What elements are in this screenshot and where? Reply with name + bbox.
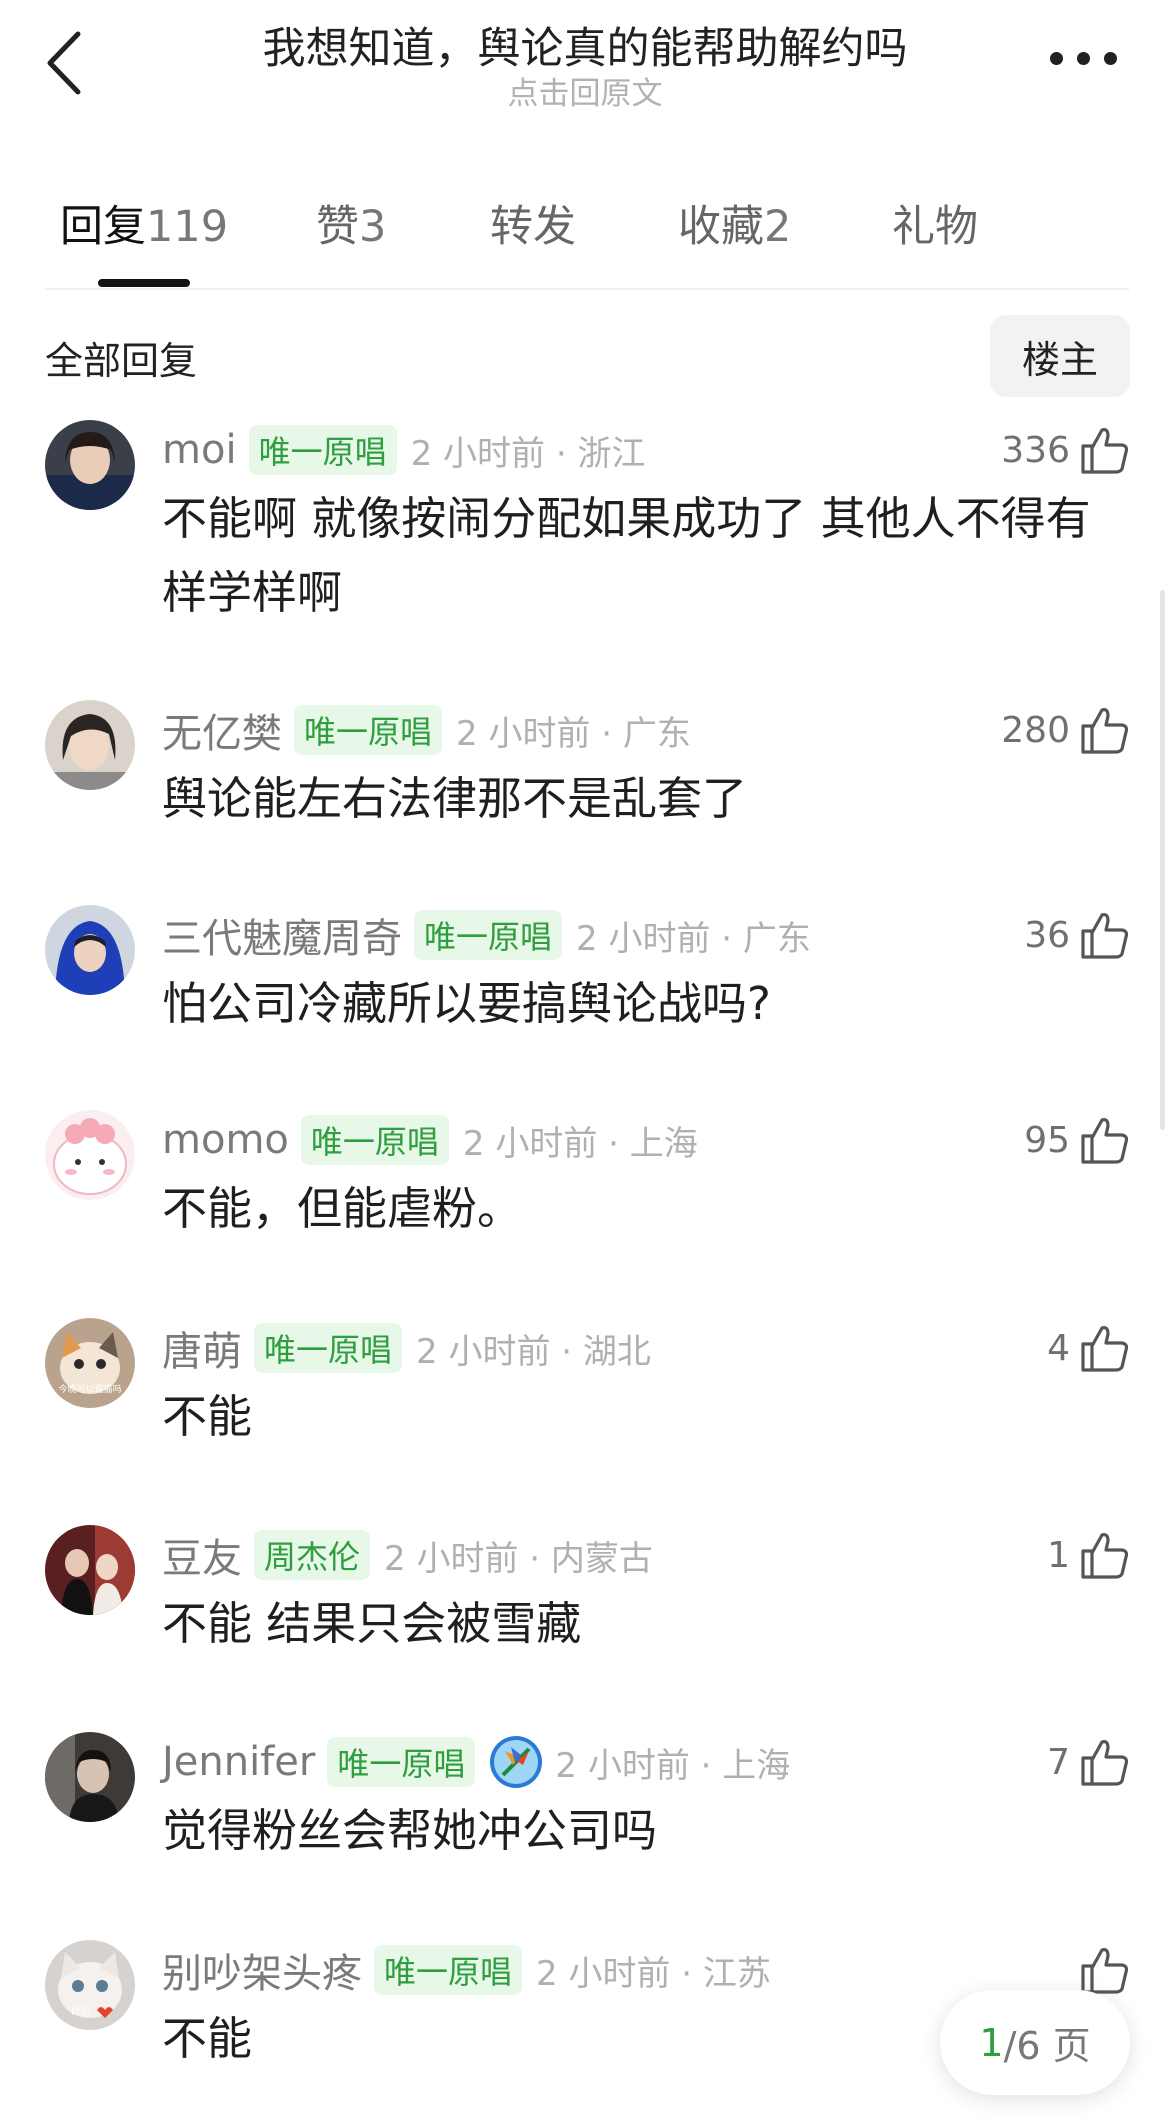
fan-badge: 唯一原唱 — [300, 1115, 449, 1165]
timestamp-location: 2 小时前 · 浙江 — [410, 433, 646, 474]
owner-only-button[interactable]: 楼主 — [990, 315, 1130, 397]
comment-text: 舆论能左右法律那不是乱套了 — [162, 772, 748, 825]
like-button[interactable]: 95 — [1024, 1110, 1130, 1170]
scrollbar[interactable] — [1160, 590, 1165, 1130]
back-to-original-link[interactable]: 点击回原文 — [0, 68, 1170, 113]
avatar-caption: 比心 — [71, 2005, 91, 2017]
tab-replies[interactable]: 回复119 — [60, 192, 228, 254]
all-replies-heading: 全部回复 — [45, 339, 198, 383]
tab-reposts[interactable]: 转发 — [490, 192, 576, 254]
like-count: 4 — [1047, 1327, 1070, 1369]
avatar-caption: 今晚可以遛猫吗 — [58, 1383, 121, 1395]
tab-likes-label: 赞 — [316, 202, 359, 252]
fan-badge: 唯一原唱 — [294, 705, 443, 755]
timestamp-location: 2 小时前 · 内蒙古 — [384, 1538, 653, 1579]
active-tab-indicator — [98, 279, 190, 287]
comment-meta: 豆友 周杰伦 2 小时前 · 内蒙古 — [162, 1526, 653, 1584]
total-pages: /6 页 — [1003, 2024, 1091, 2068]
current-page: 1 — [979, 2020, 1004, 2065]
timestamp-location: 2 小时前 · 上海 — [555, 1745, 791, 1786]
avatar[interactable] — [45, 1732, 135, 1822]
comment-meta: 唐萌 唯一原唱 2 小时前 · 湖北 — [162, 1319, 651, 1377]
thumbs-up-icon — [1081, 1533, 1129, 1579]
avatar[interactable]: 今晚可以遛猫吗 — [45, 1318, 135, 1408]
username[interactable]: 豆友 — [162, 1526, 242, 1584]
username[interactable]: moi — [162, 427, 237, 473]
comment-meta: 无亿樊 唯一原唱 2 小时前 · 广东 — [162, 701, 691, 759]
avatar[interactable]: 比心 — [45, 1940, 135, 2030]
like-count: 36 — [1024, 914, 1070, 956]
like-count: 280 — [1001, 709, 1070, 751]
thumbs-up-icon — [1081, 913, 1129, 959]
fan-badge: 周杰伦 — [254, 1530, 371, 1580]
page-title: 我想知道，舆论真的能帮助解约吗 — [262, 24, 908, 74]
like-button[interactable]: 336 — [1001, 420, 1130, 480]
like-button[interactable]: 36 — [1024, 905, 1130, 965]
thumbs-up-icon — [1081, 1326, 1129, 1372]
comment-text: 不能 结果只会被雪藏 — [162, 1597, 582, 1650]
like-count: 7 — [1047, 1741, 1070, 1783]
tab-gifts-label: 礼物 — [892, 202, 978, 252]
tab-favorites-label: 收藏 — [678, 202, 764, 252]
timestamp-location: 2 小时前 · 湖北 — [416, 1331, 651, 1372]
like-button[interactable]: 1 — [1047, 1525, 1130, 1585]
avatar[interactable] — [45, 905, 135, 995]
comment-text: 不能，但能虐粉。 — [162, 1182, 523, 1235]
fan-badge: 唯一原唱 — [414, 910, 563, 960]
tab-divider — [45, 288, 1129, 290]
timestamp-location: 2 小时前 · 江苏 — [536, 1953, 771, 1994]
comment-text: 不能 — [162, 1390, 253, 1443]
fan-badge: 唯一原唱 — [254, 1323, 403, 1373]
tab-favorites[interactable]: 收藏2 — [678, 192, 791, 254]
timestamp-location: 2 小时前 · 广东 — [576, 918, 811, 959]
comment-meta: moi 唯一原唱 2 小时前 · 浙江 — [162, 424, 645, 476]
comment-meta: 三代魅魔周奇 唯一原唱 2 小时前 · 广东 — [162, 906, 811, 964]
avatar[interactable] — [45, 700, 135, 790]
timestamp-location: 2 小时前 · 广东 — [456, 713, 691, 754]
tab-replies-label: 回复 — [60, 202, 146, 252]
avatar[interactable] — [45, 420, 135, 510]
more-options-icon[interactable] — [1050, 52, 1120, 68]
timestamp-location: 2 小时前 · 上海 — [462, 1123, 698, 1164]
comment-meta: momo 唯一原唱 2 小时前 · 上海 — [162, 1114, 698, 1166]
thumbs-up-icon — [1081, 708, 1129, 754]
username[interactable]: 唐萌 — [162, 1319, 242, 1377]
tab-favorites-count: 2 — [764, 202, 792, 252]
avatar[interactable] — [45, 1525, 135, 1615]
thumbs-up-icon — [1081, 1740, 1129, 1786]
fan-badge: 唯一原唱 — [374, 1945, 523, 1995]
like-button[interactable]: 7 — [1047, 1732, 1130, 1792]
like-count: 95 — [1024, 1119, 1070, 1161]
username[interactable]: momo — [162, 1117, 289, 1163]
like-count: 1 — [1047, 1534, 1070, 1576]
username[interactable]: Jennifer — [162, 1739, 315, 1785]
fan-badge: 唯一原唱 — [327, 1737, 476, 1787]
like-button[interactable]: 4 — [1047, 1318, 1130, 1378]
tab-reposts-label: 转发 — [490, 202, 576, 252]
tab-gifts[interactable]: 礼物 — [892, 192, 978, 254]
tab-bar: 回复119 赞3 转发 收藏2 礼物 — [0, 180, 1170, 290]
avatar[interactable] — [45, 1110, 135, 1200]
username[interactable]: 别吵架头疼 — [162, 1941, 362, 1999]
tab-likes[interactable]: 赞3 — [316, 192, 386, 254]
username[interactable]: 三代魅魔周奇 — [162, 906, 402, 964]
like-count: 336 — [1001, 429, 1070, 471]
fan-badge: 唯一原唱 — [248, 425, 397, 475]
comment-text: 不能啊 就像按闹分配如果成功了 其他人不得有样学样啊 — [162, 492, 1091, 619]
bird-of-paradise-badge-icon — [490, 1736, 543, 1788]
tab-replies-count: 119 — [146, 202, 229, 252]
like-button[interactable]: 280 — [1001, 700, 1130, 760]
tab-likes-count: 3 — [359, 202, 387, 252]
username[interactable]: 无亿樊 — [162, 701, 282, 759]
thumbs-up-icon — [1081, 428, 1129, 474]
comment-text: 怕公司冷藏所以要搞舆论战吗? — [162, 977, 771, 1030]
comment-meta: Jennifer 唯一原唱 2 小时前 · 上海 — [162, 1736, 790, 1788]
thumbs-up-icon — [1081, 1948, 1129, 1994]
comment-text: 觉得粉丝会帮她冲公司吗 — [162, 1804, 658, 1857]
thumbs-up-icon — [1081, 1118, 1129, 1164]
comment-meta: 别吵架头疼 唯一原唱 2 小时前 · 江苏 — [162, 1941, 771, 1999]
page-indicator[interactable]: 1/6 页 — [940, 1990, 1130, 2095]
top-bar: 我想知道，舆论真的能帮助解约吗 点击回原文 — [0, 0, 1170, 130]
